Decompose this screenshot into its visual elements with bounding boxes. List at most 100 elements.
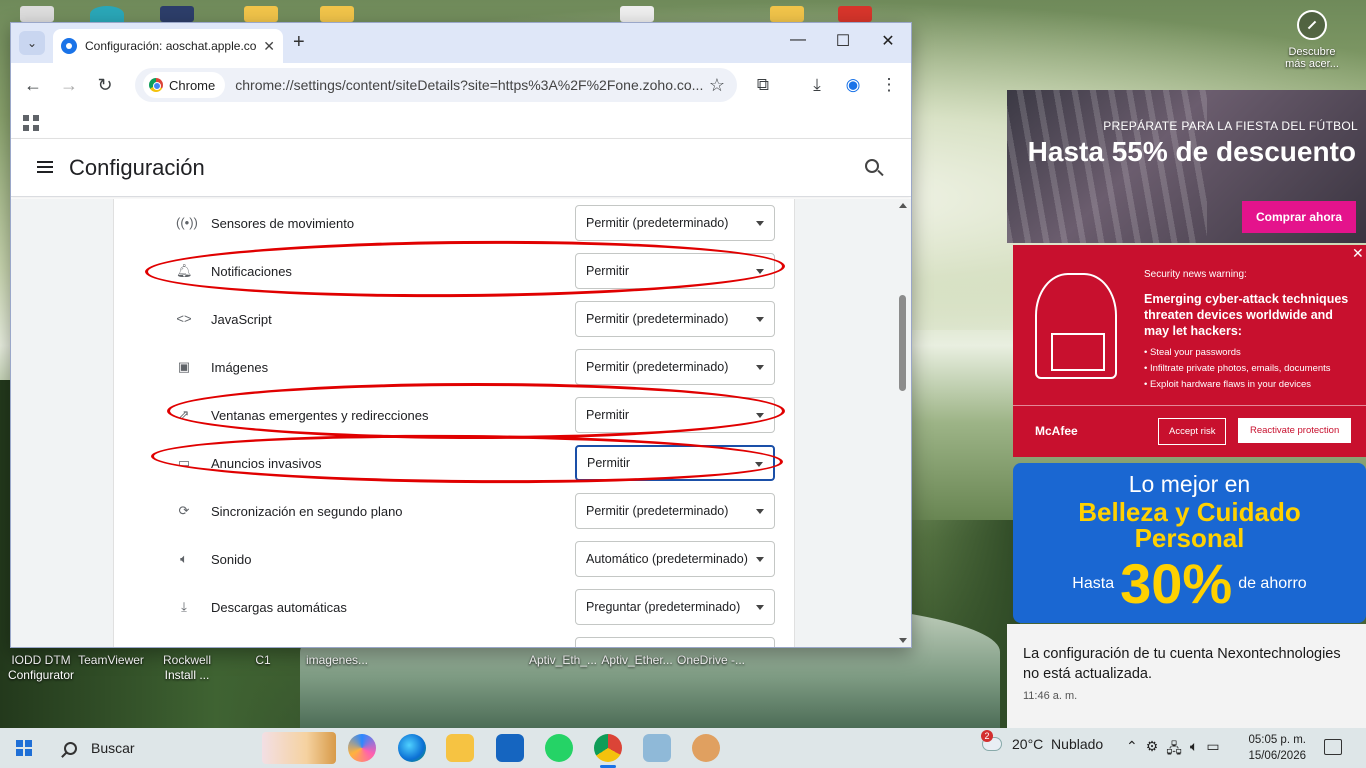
desktop-icon[interactable] bbox=[838, 6, 872, 22]
chevron-up-icon[interactable]: ⌃ bbox=[1126, 738, 1138, 762]
menu-kebab-icon[interactable]: ⋮ bbox=[877, 75, 901, 95]
compass-icon bbox=[1297, 10, 1327, 40]
permission-select[interactable]: Permitir bbox=[575, 397, 775, 433]
tab-settings[interactable]: Configuración: aoschat.apple.co ✕ bbox=[53, 29, 283, 63]
edge-icon[interactable] bbox=[398, 734, 426, 762]
permission-select[interactable]: Permitir (predeterminado) bbox=[575, 205, 775, 241]
downloads-icon[interactable]: ⤓ bbox=[805, 75, 829, 95]
permission-select[interactable]: Permitir bbox=[575, 253, 775, 289]
discover-widget[interactable]: Descubre más acer... bbox=[1280, 10, 1344, 70]
ad-close-icon[interactable]: ✕ bbox=[1352, 245, 1366, 262]
permission-select[interactable] bbox=[575, 637, 775, 647]
desktop-icon-label[interactable]: TeamViewer bbox=[70, 653, 152, 668]
tray-app-icon[interactable]: ⚙ bbox=[1146, 738, 1159, 762]
battery-icon[interactable]: ▭ bbox=[1206, 738, 1219, 762]
hamburger-menu-icon[interactable] bbox=[37, 161, 53, 173]
sync-icon: ⟳ bbox=[178, 503, 190, 518]
app-icon[interactable] bbox=[643, 734, 671, 762]
desktop-icon-label[interactable]: Rockwell Install ... bbox=[146, 653, 228, 683]
scrollbar[interactable] bbox=[897, 199, 909, 647]
search-icon bbox=[64, 741, 77, 755]
file-icon[interactable] bbox=[620, 6, 654, 22]
desktop-icon-label[interactable]: Aptiv_Ether... bbox=[596, 653, 678, 668]
permission-label: Descargas automáticas bbox=[211, 599, 347, 615]
desktop-icon-label[interactable]: imagenes... bbox=[296, 653, 378, 668]
scroll-up-arrow-icon[interactable] bbox=[899, 203, 907, 208]
tab-search-button[interactable]: ⌄ bbox=[19, 31, 45, 55]
cloud-icon: 2 bbox=[981, 730, 1002, 751]
maximize-button[interactable]: ☐ bbox=[828, 31, 858, 51]
permission-select[interactable]: Permitir (predeterminado) bbox=[575, 493, 775, 529]
extensions-icon[interactable]: ⧉ bbox=[751, 75, 775, 95]
tab-close-icon[interactable]: ✕ bbox=[263, 38, 275, 55]
buy-now-button[interactable]: Comprar ahora bbox=[1241, 201, 1356, 233]
permission-select[interactable]: Automático (predeterminado) bbox=[575, 541, 775, 577]
outlook-icon[interactable] bbox=[496, 734, 524, 762]
ad-suffix: de ahorro bbox=[1238, 574, 1307, 592]
chrome-taskbar-icon[interactable] bbox=[594, 734, 622, 762]
desktop-icon-label[interactable]: C1 bbox=[222, 653, 304, 668]
ad-prefix: Hasta bbox=[1072, 574, 1115, 592]
permission-select[interactable]: Preguntar (predeterminado) bbox=[575, 589, 775, 625]
ad-headline: Emerging cyber-attack techniques threate… bbox=[1144, 292, 1349, 338]
reload-button[interactable]: ↻ bbox=[93, 75, 117, 96]
scroll-down-arrow-icon[interactable] bbox=[899, 638, 907, 643]
permission-row: ▭ Anuncios invasivos Permitir bbox=[114, 439, 796, 487]
whatsapp-icon[interactable] bbox=[545, 734, 573, 762]
permission-label: Anuncios invasivos bbox=[211, 455, 322, 471]
ad-sports-banner[interactable]: PREPÁRATE PARA LA FIESTA DEL FÚTBOL Hast… bbox=[1007, 90, 1366, 243]
desktop-icon-label[interactable]: Aptiv_Eth_... bbox=[522, 653, 604, 668]
volume-icon[interactable]: 🔈︎ bbox=[1190, 738, 1198, 762]
forward-button[interactable]: → bbox=[57, 75, 81, 96]
bell-icon: 🔔︎ bbox=[176, 263, 193, 278]
accept-risk-button[interactable]: Accept risk bbox=[1158, 418, 1227, 445]
chrome-chip[interactable]: Chrome bbox=[143, 72, 226, 98]
notification-card[interactable]: La configuración de tu cuenta Nexontechn… bbox=[1007, 624, 1366, 728]
reactivate-protection-button[interactable]: Reactivate protection bbox=[1238, 418, 1352, 443]
notifications-icon[interactable] bbox=[1324, 739, 1342, 755]
file-explorer-icon[interactable] bbox=[446, 734, 474, 762]
folder-icon[interactable] bbox=[770, 6, 804, 22]
new-tab-button[interactable]: + bbox=[293, 32, 305, 52]
clock[interactable]: 05:05 p. m. 15/06/2026 bbox=[1248, 732, 1306, 764]
popup-icon: ⇗ bbox=[178, 407, 190, 422]
close-window-button[interactable]: ✕ bbox=[873, 31, 903, 51]
bookmark-star-icon[interactable]: ☆ bbox=[709, 75, 725, 96]
permission-select[interactable]: Permitir (predeterminado) bbox=[575, 301, 775, 337]
back-button[interactable]: ← bbox=[21, 75, 45, 96]
permission-label: Sensores de movimiento bbox=[211, 215, 355, 231]
apps-grid-icon[interactable] bbox=[23, 115, 39, 131]
folder-icon[interactable] bbox=[320, 6, 354, 22]
ad-warning-label: Security news warning: bbox=[1144, 269, 1247, 280]
permission-select[interactable]: Permitir bbox=[575, 445, 775, 481]
weather-widget[interactable]: 2 20°C Nublado bbox=[981, 730, 1103, 752]
desktop-icon[interactable] bbox=[20, 6, 54, 22]
desktop-icon[interactable] bbox=[90, 6, 124, 22]
folder-icon[interactable] bbox=[244, 6, 278, 22]
paint-icon[interactable] bbox=[692, 734, 720, 762]
search-icon[interactable] bbox=[865, 159, 879, 173]
bookmarks-bar bbox=[11, 109, 911, 139]
image-icon: ▣ bbox=[177, 359, 191, 374]
copilot-icon[interactable] bbox=[348, 734, 376, 762]
chrome-window: ⌄ Configuración: aoschat.apple.co ✕ + — … bbox=[10, 22, 912, 648]
list-item: Exploit hardware flaws in your devices bbox=[1144, 377, 1331, 393]
address-bar[interactable]: Chrome chrome://settings/content/siteDet… bbox=[135, 68, 737, 102]
minimize-button[interactable]: — bbox=[783, 31, 813, 49]
permission-select[interactable]: Permitir (predeterminado) bbox=[575, 349, 775, 385]
url-text[interactable]: chrome://settings/content/siteDetails?si… bbox=[235, 77, 709, 93]
notification-time: 11:46 a. m. bbox=[1023, 690, 1078, 702]
network-icon[interactable]: 🖧︎ bbox=[1166, 738, 1182, 762]
browser-toolbar: ← → ↻ Chrome chrome://settings/content/s… bbox=[11, 63, 911, 109]
ad-mcafee-warning[interactable]: ✕ Security news warning: Emerging cyber-… bbox=[1013, 245, 1366, 457]
ad-beauty-banner[interactable]: Lo mejor en Belleza y Cuidado Personal H… bbox=[1013, 463, 1366, 623]
scrollbar-thumb[interactable] bbox=[899, 295, 906, 391]
ad-line: Lo mejor en bbox=[1128, 471, 1251, 497]
profile-icon[interactable]: ◉ bbox=[841, 75, 865, 95]
clock-date: 15/06/2026 bbox=[1248, 750, 1306, 762]
desktop-icon[interactable] bbox=[160, 6, 194, 22]
permission-row: ⇗ Ventanas emergentes y redirecciones Pe… bbox=[114, 391, 796, 439]
desktop-icon-label[interactable]: OneDrive -... bbox=[670, 653, 752, 668]
windows-start-icon[interactable] bbox=[16, 740, 32, 756]
chip-label: Chrome bbox=[169, 77, 216, 93]
